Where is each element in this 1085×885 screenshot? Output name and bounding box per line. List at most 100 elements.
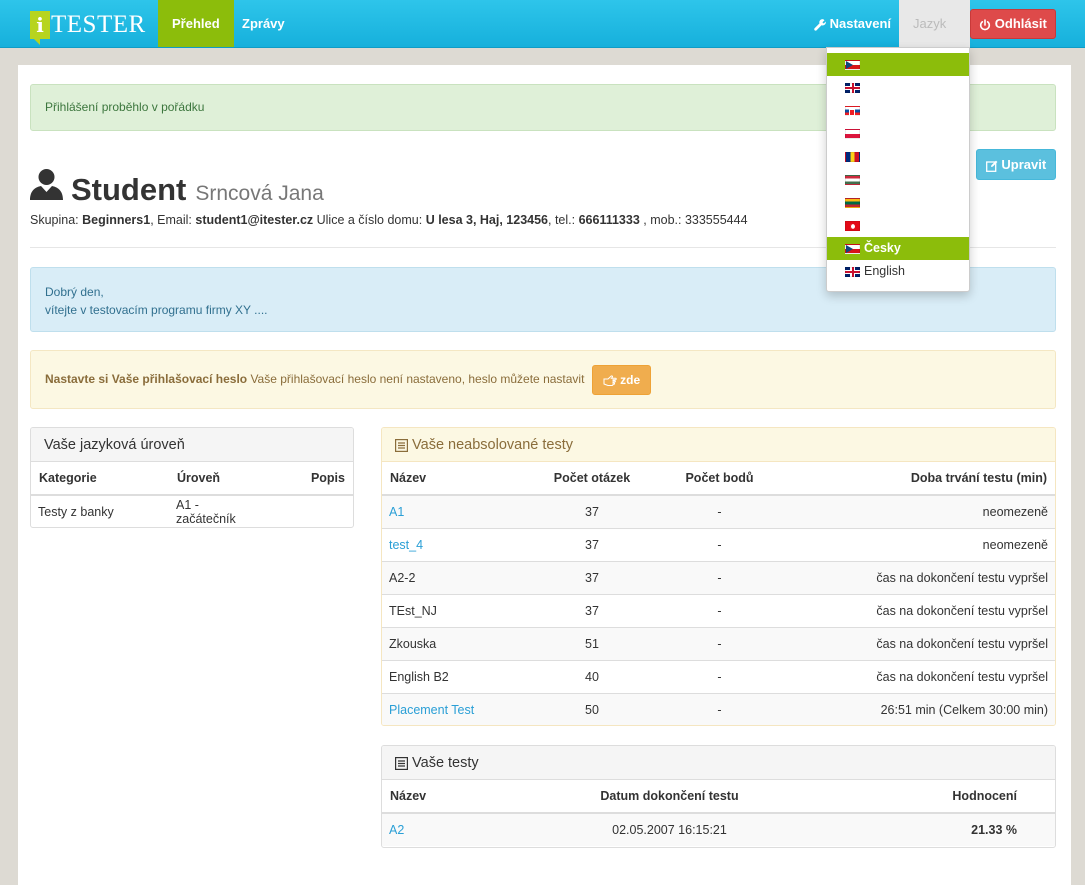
points-cell: - <box>657 692 782 725</box>
flag-pl-icon <box>845 128 860 139</box>
test-name: English B2 <box>389 669 449 684</box>
test-name-cell[interactable]: test_4 <box>382 527 527 561</box>
duration-cell: čas na dokončení testu vypršel <box>782 659 1055 693</box>
tel-label: , tel.: <box>548 213 579 227</box>
test-link[interactable]: A2 <box>389 823 404 837</box>
points-cell: - <box>657 494 782 528</box>
test-link[interactable]: Placement Test <box>389 703 474 717</box>
question-count-cell: 40 <box>527 659 657 693</box>
question-count-cell: 37 <box>527 593 657 627</box>
test-name: TEst_NJ <box>389 603 437 618</box>
points-cell: - <box>657 527 782 561</box>
flag-gb-icon <box>845 266 860 277</box>
table-row: Testy z banky A1 - začátečník <box>31 494 353 527</box>
language-option-pl[interactable] <box>827 122 969 145</box>
warning-text: Vaše přihlašovací heslo není nastaveno, … <box>247 372 588 386</box>
table-row: Placement Test 50-26:51 min (Celkem 30:00… <box>382 692 1055 725</box>
table-row: TEst_NJ 37- čas na dokončení testu vypršel <box>382 593 1055 627</box>
my-tests-title: Vaše testy <box>412 755 479 771</box>
my-tests-panel: Vaše testy Název Datum dokončení testu H… <box>381 745 1056 848</box>
col-name: Název <box>382 462 527 496</box>
test-name-cell[interactable]: A1 <box>382 494 527 528</box>
page-header: Student Srncová Jana <box>30 168 324 208</box>
test-link[interactable]: test_4 <box>389 538 423 552</box>
test-name-cell[interactable]: Placement Test <box>382 692 527 725</box>
finish-date-cell: 02.05.2007 16:15:21 <box>552 812 787 846</box>
test-link[interactable]: A1 <box>389 505 404 519</box>
test-name-cell: Zkouska <box>382 626 527 660</box>
language-option-label: English <box>864 264 905 278</box>
question-count-cell: 37 <box>527 560 657 594</box>
warning-title: Nastavte si Vaše přihlašovací heslo <box>45 372 248 386</box>
email-label: , Email: <box>150 213 196 227</box>
brand-logo[interactable]: i TESTER <box>30 9 146 45</box>
group-value: Beginners1 <box>82 213 151 227</box>
address-value: U lesa 3, Haj, 123456 <box>425 213 549 227</box>
student-name: Srncová Jana <box>195 182 324 205</box>
password-warning-alert: Nastavte si Vaše přihlašovací heslo Vaše… <box>30 350 1056 409</box>
set-password-button[interactable]: zde <box>591 364 652 395</box>
flag-cz-icon <box>845 59 860 70</box>
logout-label: Odhlásit <box>994 16 1047 31</box>
duration-cell: čas na dokončení testu vypršel <box>782 593 1055 627</box>
top-navbar: i TESTER Přehled Zprávy Nastavení Jazyk … <box>0 0 1085 74</box>
table-row: A1 37- neomezeně <box>382 494 1055 528</box>
nav-language-dropdown[interactable]: Jazyk <box>899 0 970 74</box>
logout-button[interactable]: Odhlásit <box>970 9 1056 39</box>
test-name-cell[interactable]: A2 <box>382 812 552 846</box>
col-finish-date: Datum dokončení testu <box>552 780 787 814</box>
nav-settings[interactable]: Nastavení <box>800 0 905 47</box>
edit-profile-button[interactable]: Upravit <box>976 149 1056 180</box>
duration-cell: neomezeně <box>782 494 1055 528</box>
page-title: Student <box>71 172 187 207</box>
wrench-icon <box>814 18 826 31</box>
table-row: test_4 37- neomezeně <box>382 527 1055 561</box>
col-points: Počet bodů <box>657 462 782 496</box>
points-cell: - <box>657 560 782 594</box>
language-option-sk[interactable] <box>827 99 969 122</box>
nav-tab-overview[interactable]: Přehled <box>158 0 234 47</box>
points-cell: - <box>657 659 782 693</box>
col-duration: Doba trvání testu (min) <box>782 462 1055 496</box>
col-name: Název <box>382 780 552 814</box>
flag-sk-icon <box>845 105 860 116</box>
language-option-lt[interactable] <box>827 191 969 214</box>
language-option-hu[interactable] <box>827 168 969 191</box>
group-label: Skupina: <box>30 213 83 227</box>
flag-hu-icon <box>845 174 860 185</box>
level-cell: A1 - začátečník <box>169 494 264 527</box>
pending-tests-panel: Vaše neabsolované testy Název Počet otáz… <box>381 427 1056 726</box>
test-name-cell: English B2 <box>382 659 527 693</box>
nav-tab-messages[interactable]: Zprávy <box>228 0 299 47</box>
mob-label: , mob.: <box>639 213 685 227</box>
description-cell <box>264 494 353 527</box>
pending-tests-table: Název Počet otázek Počet bodů Doba trván… <box>382 462 1055 725</box>
question-count-cell: 50 <box>527 692 657 725</box>
address-label: Ulice a číslo domu: <box>313 213 426 227</box>
duration-cell: 26:51 min (Celkem 30:00 min) <box>782 692 1055 725</box>
category-cell: Testy z banky <box>31 494 169 527</box>
email-value: student1@itester.cz <box>195 213 314 227</box>
flag-lt-icon <box>845 197 860 208</box>
flag-gb-icon <box>845 82 860 93</box>
flag-tr-icon <box>845 220 860 231</box>
language-option-gb[interactable] <box>827 76 969 99</box>
nav-settings-label: Nastavení <box>829 16 892 31</box>
language-option-gb[interactable]: English <box>827 260 969 283</box>
language-option-cz[interactable]: Česky <box>827 237 969 260</box>
language-option-cz[interactable] <box>827 53 969 76</box>
language-option-ro[interactable] <box>827 145 969 168</box>
nav-language-label: Jazyk <box>913 16 947 31</box>
col-description: Popis <box>264 462 353 496</box>
col-question-count: Počet otázek <box>527 462 657 496</box>
language-option-tr[interactable] <box>827 214 969 237</box>
col-score: Hodnocení <box>787 780 1055 814</box>
student-details: Skupina: Beginners1, Email: student1@ite… <box>30 213 748 227</box>
list-alt-icon <box>395 438 409 452</box>
power-icon <box>980 18 991 30</box>
col-category: Kategorie <box>31 462 169 496</box>
table-row: A2 02.05.2007 16:15:21 21.33 % <box>382 812 1055 846</box>
welcome-line-2: vítejte v testovacím programu firmy XY .… <box>45 303 268 317</box>
duration-cell: čas na dokončení testu vypršel <box>782 560 1055 594</box>
flag-ro-icon <box>845 151 860 162</box>
